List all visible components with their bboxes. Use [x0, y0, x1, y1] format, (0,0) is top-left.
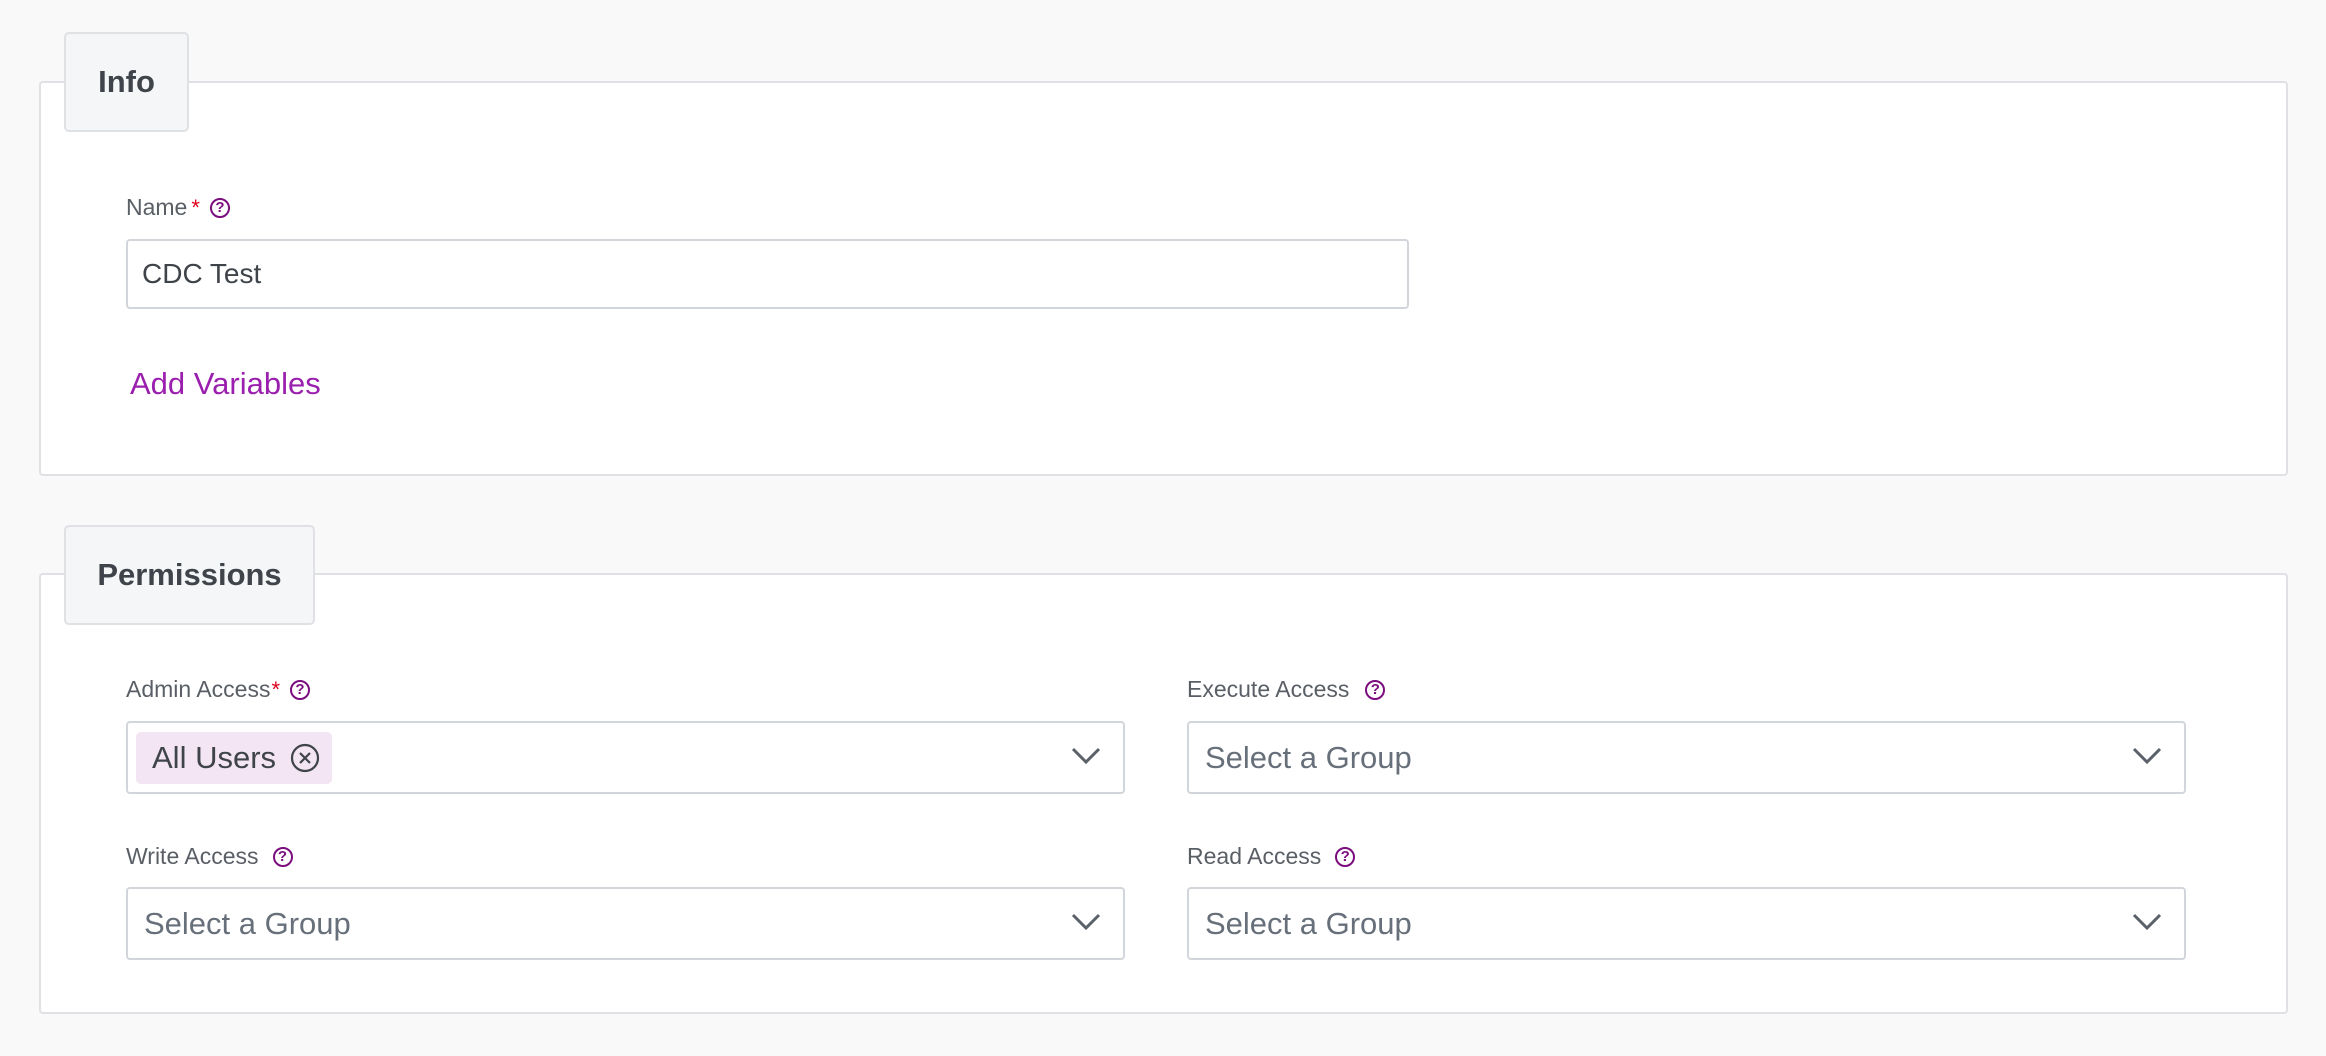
name-label: Name * ?: [126, 194, 230, 221]
admin-access-label: Admin Access * ?: [126, 676, 311, 703]
permissions-legend: Permissions: [64, 525, 315, 625]
execute-access-label: Execute Access ?: [1187, 676, 1386, 703]
write-access-label-text: Write Access: [126, 843, 259, 869]
help-icon[interactable]: ?: [272, 846, 293, 867]
help-icon[interactable]: ?: [290, 679, 311, 700]
read-access-select[interactable]: Select a Group: [1187, 887, 2186, 960]
remove-circle-x-icon[interactable]: [290, 743, 320, 773]
write-access-placeholder: Select a Group: [144, 905, 351, 941]
help-icon[interactable]: ?: [1365, 679, 1386, 700]
read-access-label: Read Access ?: [1187, 843, 1356, 870]
name-input[interactable]: CDC Test: [126, 239, 1409, 309]
chevron-down-icon[interactable]: [1071, 745, 1101, 767]
help-icon[interactable]: ?: [1335, 846, 1356, 867]
name-input-value: CDC Test: [142, 258, 262, 289]
chevron-down-icon[interactable]: [2132, 911, 2162, 933]
read-access-placeholder: Select a Group: [1205, 905, 1412, 941]
admin-access-label-text: Admin Access: [126, 676, 271, 702]
write-access-select[interactable]: Select a Group: [126, 887, 1125, 960]
add-variables-link[interactable]: Add Variables: [130, 366, 321, 402]
required-mark: *: [191, 194, 200, 220]
execute-access-label-text: Execute Access: [1187, 676, 1350, 702]
required-mark: *: [271, 676, 281, 702]
execute-access-placeholder: Select a Group: [1205, 739, 1412, 775]
help-icon[interactable]: ?: [209, 197, 230, 218]
admin-access-select[interactable]: All Users: [126, 721, 1125, 794]
info-legend: Info: [64, 32, 189, 132]
all-users-chip: All Users: [136, 731, 333, 784]
write-access-label: Write Access ?: [126, 843, 293, 870]
execute-access-select[interactable]: Select a Group: [1187, 721, 2186, 794]
chip-label: All Users: [152, 739, 277, 775]
chevron-down-icon[interactable]: [2132, 745, 2162, 767]
name-label-text: Name: [126, 194, 188, 220]
chevron-down-icon[interactable]: [1071, 911, 1101, 933]
read-access-label-text: Read Access: [1187, 843, 1322, 869]
